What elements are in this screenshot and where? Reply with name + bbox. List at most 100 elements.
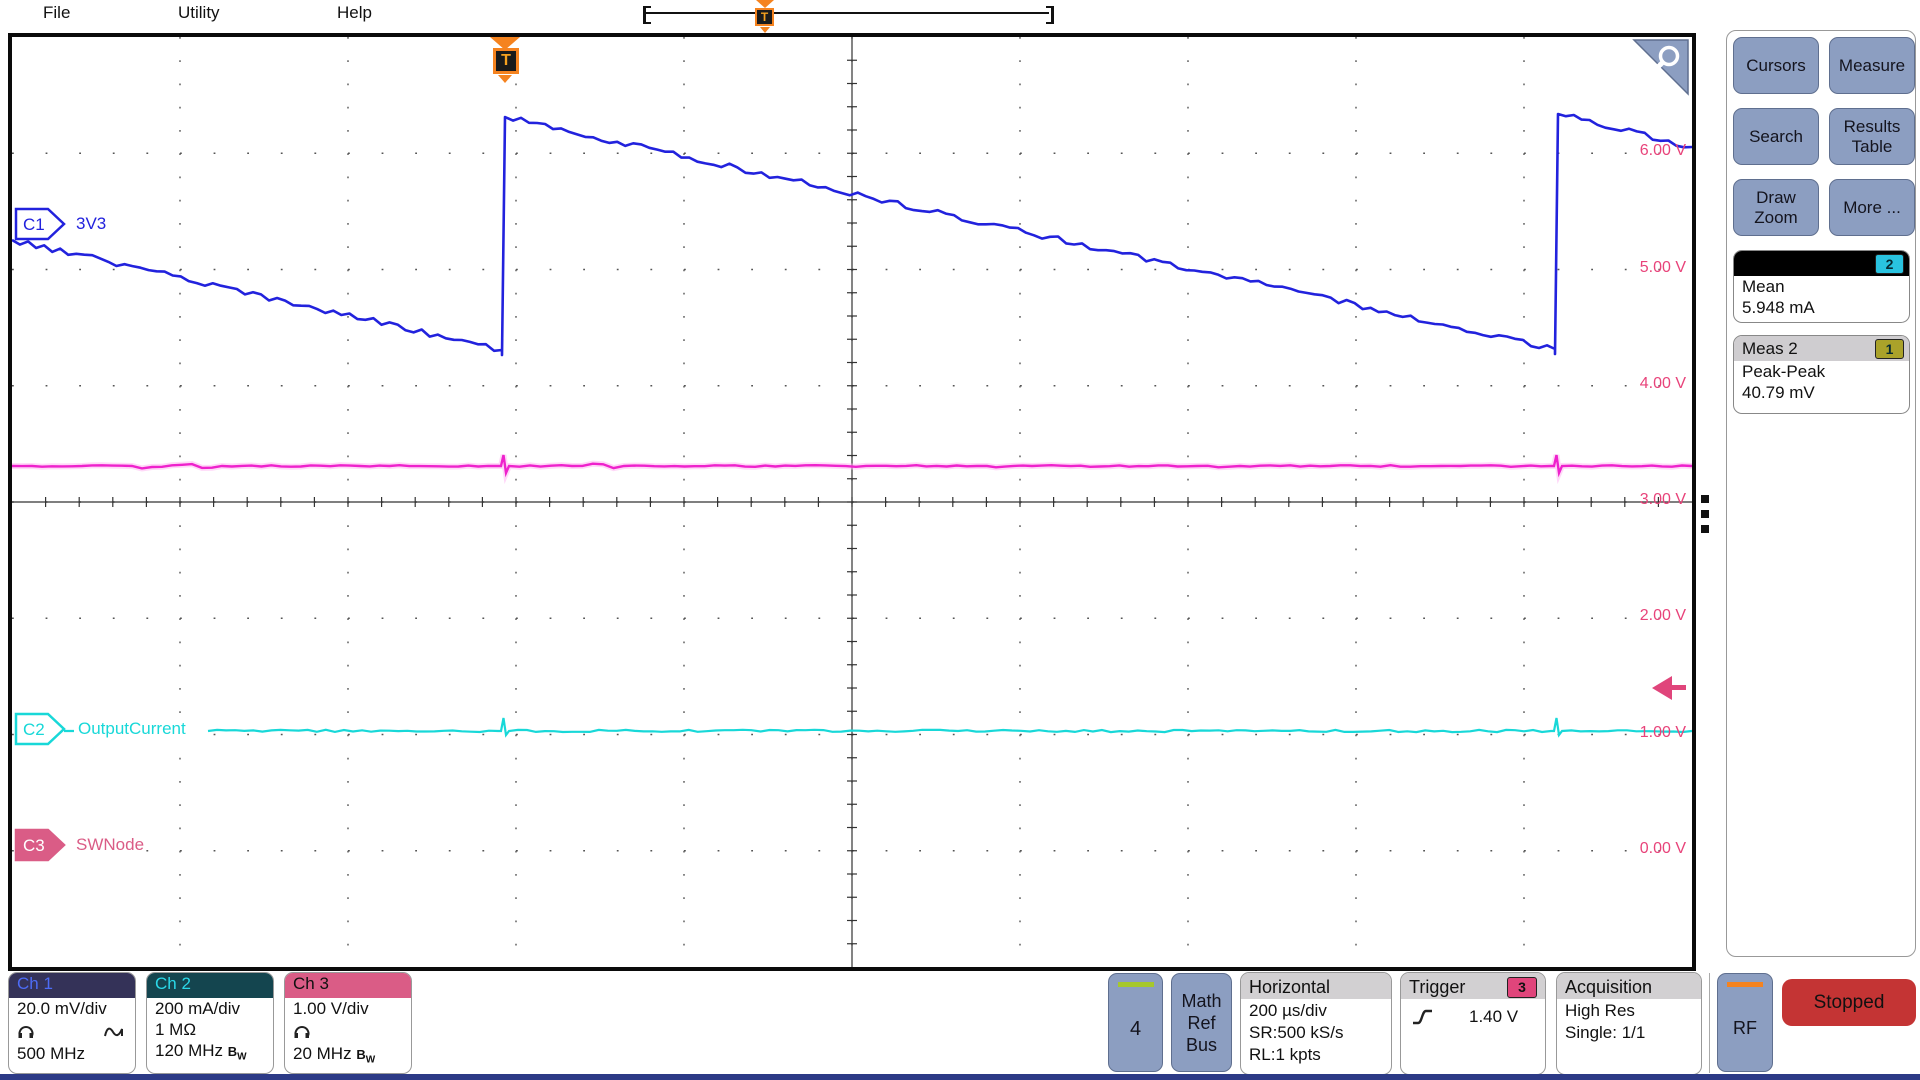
axis-label: 5.00 V	[1640, 259, 1686, 277]
channel-3-badge[interactable]: Ch 3 1.00 V/div 20 MHz BW	[284, 972, 412, 1074]
channel-badge-c2[interactable]: C2	[14, 711, 68, 747]
handle-dot	[1701, 525, 1709, 533]
channel-label-swnode[interactable]: SWNode	[74, 835, 146, 855]
acquisition-mode: High Res	[1557, 999, 1701, 1021]
panel-button-grid: Cursors Measure Search Results Table Dra…	[1733, 37, 1915, 236]
slider-left-bracket-icon	[643, 6, 651, 24]
trigger-source-badge: 3	[1507, 977, 1537, 998]
measurement-1-name: Mean	[1734, 276, 1909, 297]
horizontal-title: Horizontal	[1249, 977, 1330, 998]
rf-color-bar	[1727, 982, 1763, 987]
screen-bottom-strip	[0, 1074, 1920, 1080]
acquisition-status-button[interactable]: Stopped	[1782, 979, 1916, 1026]
right-control-panel: Cursors Measure Search Results Table Dra…	[1726, 30, 1916, 957]
results-table-button[interactable]: Results Table	[1829, 108, 1915, 165]
horizontal-sample-rate: SR:500 kS/s	[1241, 1021, 1391, 1043]
channel-2-bandwidth: 120 MHz BW	[147, 1040, 273, 1063]
handle-dot	[1701, 495, 1709, 503]
trigger-position-marker[interactable]: T	[755, 8, 774, 26]
channel-label-outputcurrent[interactable]: OutputCurrent	[76, 719, 188, 739]
horizontal-badge[interactable]: Horizontal 200 µs/div SR:500 kS/s RL:1 k…	[1240, 972, 1392, 1075]
acquisition-title: Acquisition	[1565, 977, 1652, 998]
menu-help[interactable]: Help	[337, 3, 372, 23]
waveform-canvas[interactable]	[12, 37, 1692, 967]
outputcurrent-waveform[interactable]	[64, 718, 1692, 735]
channel-2-badge[interactable]: Ch 2 200 mA/div 1 MΩ 120 MHz BW	[146, 972, 274, 1074]
channel-1-bandwidth: 500 MHz	[9, 1043, 135, 1064]
cursors-button[interactable]: Cursors	[1733, 37, 1819, 94]
zoom-corner-control[interactable]	[1632, 37, 1692, 99]
axis-label: 1.00 V	[1640, 724, 1686, 742]
trigger-position-pointer-icon	[756, 0, 774, 8]
trigger-title: Trigger	[1409, 977, 1465, 998]
bus-label: Bus	[1172, 1034, 1231, 1056]
acquisition-single: Single: 1/1	[1557, 1021, 1701, 1043]
channel-4-button[interactable]: 4	[1108, 973, 1163, 1072]
more-button[interactable]: More ...	[1829, 179, 1915, 236]
rf-label: RF	[1718, 1018, 1772, 1039]
channel-badge-c1-label: C1	[23, 215, 45, 234]
menu-utility[interactable]: Utility	[178, 3, 220, 23]
measurement-2-source-badge[interactable]: 1	[1875, 339, 1904, 359]
measurement-card-2[interactable]: Meas 2 1 Peak-Peak 40.79 mV	[1733, 335, 1910, 414]
bandwidth-limit-icon: BW	[356, 1047, 375, 1062]
channel-4-label: 4	[1109, 1018, 1162, 1041]
measurement-1-value: 5.948 mA	[1734, 297, 1909, 318]
channel-3-bandwidth: 20 MHz BW	[285, 1043, 411, 1066]
channel-badge-c3-label: C3	[23, 836, 45, 855]
math-ref-bus-button[interactable]: Math Ref Bus	[1171, 973, 1232, 1072]
trigger-flag-marker[interactable]: T	[493, 48, 519, 74]
measurement-2-name: Peak-Peak	[1734, 361, 1909, 382]
channel-3-title: Ch 3	[285, 973, 411, 998]
trigger-level-arrow-stem	[1672, 685, 1686, 690]
axis-label: 2.00 V	[1640, 607, 1686, 625]
coupling-icon	[103, 1024, 125, 1040]
axis-label: 6.00 V	[1640, 142, 1686, 160]
measurement-2-value: 40.79 mV	[1734, 382, 1909, 403]
trigger-level-arrow-icon[interactable]	[1652, 676, 1672, 700]
axis-label: 3.00 V	[1640, 491, 1686, 509]
oscilloscope-screen: File Utility Help T 6.00 V 5.00 V 4.00 V 3.…	[0, 0, 1920, 1080]
trigger-badge[interactable]: Trigger 3 1.40 V	[1400, 972, 1546, 1075]
channel-label-3v3[interactable]: 3V3	[74, 214, 108, 234]
channel-2-scale: 200 mA/div	[147, 998, 273, 1019]
measurement-2-title: Meas 2	[1742, 339, 1798, 359]
slider-track	[645, 12, 1049, 14]
probe-icon	[293, 1024, 311, 1040]
draw-zoom-button[interactable]: Draw Zoom	[1733, 179, 1819, 236]
menu-file[interactable]: File	[43, 3, 70, 23]
rising-edge-icon	[1411, 1007, 1435, 1027]
acquisition-badge[interactable]: Acquisition High Res Single: 1/1	[1556, 972, 1702, 1075]
measure-button[interactable]: Measure	[1829, 37, 1915, 94]
axis-label: 0.00 V	[1640, 840, 1686, 858]
ref-label: Ref	[1172, 1012, 1231, 1034]
results-bar-handle[interactable]	[1701, 495, 1709, 540]
trigger-level: 1.40 V	[1469, 1007, 1518, 1027]
slider-right-bracket-icon	[1046, 6, 1054, 24]
channel-badge-c2-label: C2	[23, 720, 45, 739]
trigger-flag-tail-icon	[498, 75, 512, 83]
channel-1-scale: 20.0 mV/div	[9, 998, 135, 1019]
channel-badge-c1[interactable]: C1	[14, 206, 68, 242]
channel-badge-c3[interactable]: C3	[14, 827, 68, 863]
channel-2-title: Ch 2	[147, 973, 273, 998]
channel-1-title: Ch 1	[9, 973, 135, 998]
search-button[interactable]: Search	[1733, 108, 1819, 165]
handle-dot	[1701, 510, 1709, 518]
bandwidth-limit-icon: BW	[228, 1044, 247, 1059]
channel-3-scale: 1.00 V/div	[285, 998, 411, 1019]
horizontal-scale: 200 µs/div	[1241, 999, 1391, 1021]
waveform-display[interactable]: 6.00 V 5.00 V 4.00 V 3.00 V 2.00 V 1.00 V 0.00…	[8, 33, 1696, 971]
measurement-1-source-badge[interactable]: 2	[1875, 254, 1904, 274]
bottom-bar-divider	[1709, 973, 1710, 1073]
math-label: Math	[1172, 990, 1231, 1012]
axis-label: 4.00 V	[1640, 375, 1686, 393]
horizontal-record-len: RL:1 kpts	[1241, 1043, 1391, 1065]
measurement-card-1[interactable]: 2 Mean 5.948 mA	[1733, 250, 1910, 323]
magnifier-icon	[1632, 37, 1692, 99]
channel-4-color-bar	[1118, 982, 1154, 987]
channel-1-badge[interactable]: Ch 1 20.0 mV/div 500 MHz	[8, 972, 136, 1074]
probe-icon	[17, 1024, 35, 1040]
channel-2-termination: 1 MΩ	[147, 1019, 273, 1040]
rf-button[interactable]: RF	[1717, 973, 1773, 1072]
